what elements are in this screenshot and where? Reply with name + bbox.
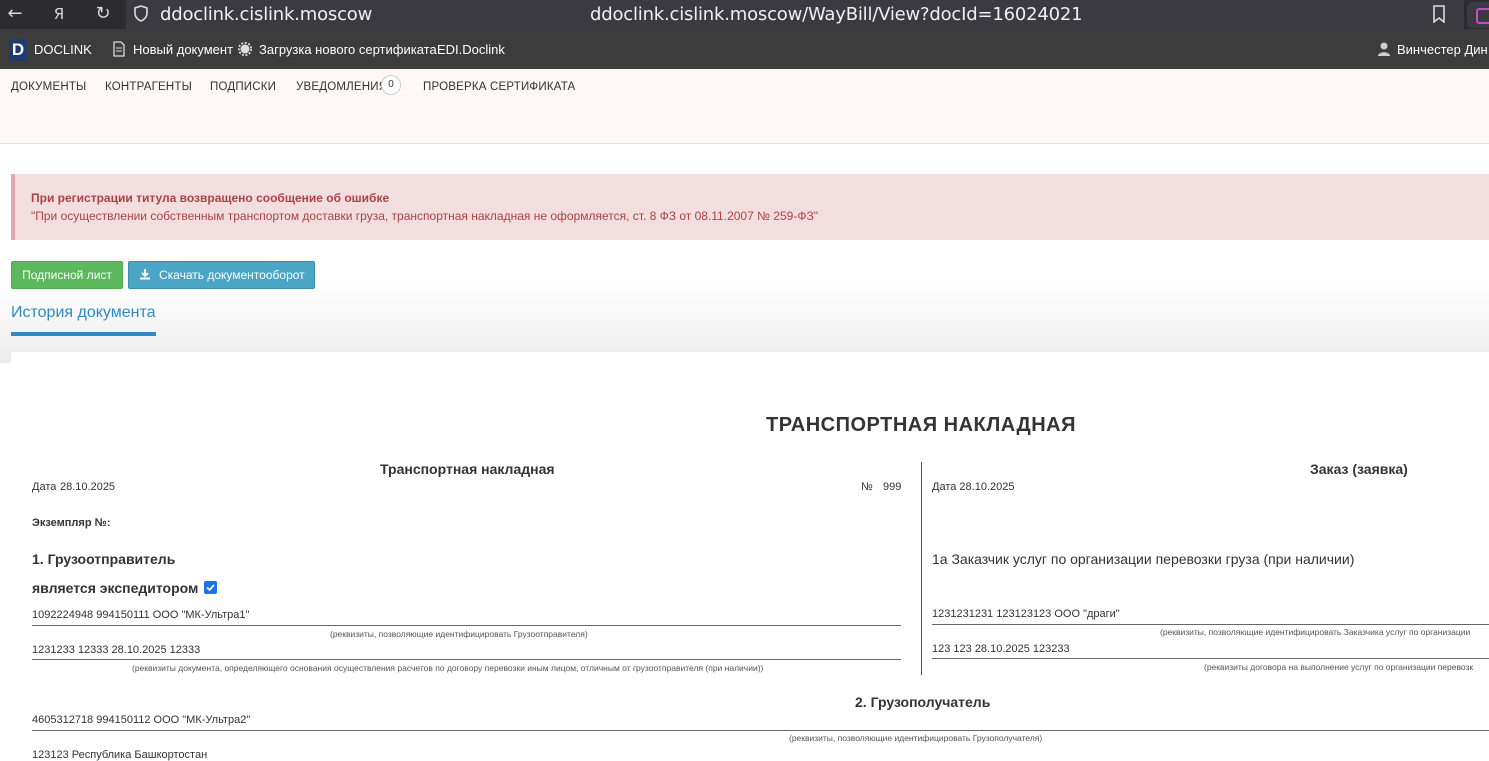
edi-doclink-link[interactable]: EDI.Doclink bbox=[437, 42, 505, 57]
upload-certificate-link[interactable]: Загрузка нового сертификата bbox=[259, 42, 437, 57]
customer-underline bbox=[932, 624, 1489, 625]
notifications-count-badge: 0 bbox=[381, 75, 401, 95]
extension-icon[interactable] bbox=[1467, 2, 1489, 28]
document-title: ТРАНСПОРТНАЯ НАКЛАДНАЯ bbox=[766, 414, 1076, 436]
copy-number-label: Экземпляр №: bbox=[32, 517, 111, 529]
basis-hint: (реквизиты документа, определяющего осно… bbox=[132, 663, 764, 673]
browser-toolbar: ← Я ↻ ddoclink.cislink.moscow ddoclink.c… bbox=[0, 0, 1489, 29]
download-workflow-label: Скачать документооборот bbox=[159, 268, 305, 282]
document-icon bbox=[113, 41, 125, 57]
consignee-hint: (реквизиты, позволяющие идентифицировать… bbox=[789, 733, 1043, 743]
certificate-gear-icon bbox=[238, 41, 252, 57]
yandex-icon[interactable]: Я bbox=[48, 3, 70, 25]
order-date: Дата 28.10.2025 bbox=[932, 481, 1015, 493]
expeditor-label: является экспедитором bbox=[32, 580, 199, 596]
back-arrow-icon[interactable]: ← bbox=[4, 3, 26, 25]
number-label: № bbox=[861, 481, 873, 493]
shipper-value: 1092224948 994150111 ООО "МК-Ультра1" bbox=[32, 609, 250, 621]
expeditor-checkbox[interactable] bbox=[204, 581, 217, 594]
user-icon bbox=[1378, 42, 1390, 56]
tab-document-history[interactable]: История документа bbox=[11, 304, 156, 322]
shield-icon bbox=[134, 5, 148, 22]
customer-value: 1231231231 123123123 ООО "драги" bbox=[932, 608, 1120, 620]
download-workflow-button[interactable]: Скачать документооборот bbox=[128, 261, 315, 289]
address-bar[interactable]: ddoclink.cislink.moscow ddoclink.cislink… bbox=[126, 0, 1464, 29]
contract-underline bbox=[932, 658, 1489, 659]
waybill-heading: Транспортная накладная bbox=[380, 461, 555, 477]
nav-certificate-check[interactable]: ПРОВЕРКА СЕРТИФИКАТА bbox=[423, 81, 575, 93]
column-divider bbox=[921, 462, 922, 675]
consignee-address: 123123 Республика Башкортостан bbox=[32, 749, 208, 761]
error-alert: При регистрации титула возвращено сообще… bbox=[11, 174, 1489, 240]
alert-message: "При осуществлении собственным транспорт… bbox=[31, 209, 818, 223]
shipper-underline bbox=[32, 625, 901, 626]
app-top-bar: D DOCLINK Новый документ Загрузка нового… bbox=[0, 29, 1489, 69]
address-host: ddoclink.cislink.moscow bbox=[160, 4, 373, 25]
tab-active-indicator bbox=[11, 332, 156, 336]
reload-icon[interactable]: ↻ bbox=[92, 3, 114, 25]
alert-title: При регистрации титула возвращено сообще… bbox=[31, 191, 390, 205]
address-url: ddoclink.cislink.moscow/WayBill/View?doc… bbox=[590, 4, 1083, 25]
consignee-underline bbox=[32, 730, 1489, 731]
consignee-section-heading: 2. Грузополучатель bbox=[855, 694, 991, 710]
date-label: Дата bbox=[32, 481, 57, 493]
nav-contractors[interactable]: КОНТРАГЕНТЫ bbox=[105, 81, 192, 93]
customer-section-heading: 1а Заказчик услуг по организации перевоз… bbox=[932, 551, 1355, 567]
nav-documents[interactable]: ДОКУМЕНТЫ bbox=[11, 81, 86, 93]
main-navigation: ДОКУМЕНТЫ КОНТРАГЕНТЫ ПОДПИСКИ УВЕДОМЛЕН… bbox=[0, 69, 1489, 144]
shipper-hint: (реквизиты, позволяющие идентифицировать… bbox=[330, 629, 588, 639]
bookmark-icon[interactable] bbox=[1432, 5, 1446, 23]
new-document-link[interactable]: Новый документ bbox=[133, 42, 233, 57]
nav-notifications[interactable]: УВЕДОМЛЕНИЯ bbox=[296, 81, 387, 93]
contract-value: 123 123 28.10.2025 123233 bbox=[932, 643, 1070, 655]
order-heading: Заказ (заявка) bbox=[1310, 461, 1408, 477]
basis-underline bbox=[32, 659, 901, 660]
customer-hint: (реквизиты, позволяющие идентифицировать… bbox=[1160, 627, 1471, 637]
user-name[interactable]: Винчестер Дин [ bbox=[1397, 42, 1489, 57]
shipper-section-heading: 1. Грузоотправитель bbox=[32, 551, 176, 567]
download-icon bbox=[140, 269, 150, 280]
sign-sheet-button[interactable]: Подписной лист bbox=[11, 261, 123, 289]
doclink-logo-icon: D bbox=[9, 39, 27, 61]
date-value: 28.10.2025 bbox=[60, 481, 116, 493]
nav-subscriptions[interactable]: ПОДПИСКИ bbox=[210, 81, 276, 93]
number-value: 999 bbox=[883, 481, 902, 493]
basis-value: 1231233 12333 28.10.2025 12333 bbox=[32, 644, 201, 656]
brand-link[interactable]: DOCLINK bbox=[34, 42, 92, 57]
contract-hint: (реквизиты договора на выполнение услуг … bbox=[1204, 662, 1474, 672]
consignee-value: 4605312718 994150112 ООО "МК-Ультра2" bbox=[32, 714, 251, 726]
